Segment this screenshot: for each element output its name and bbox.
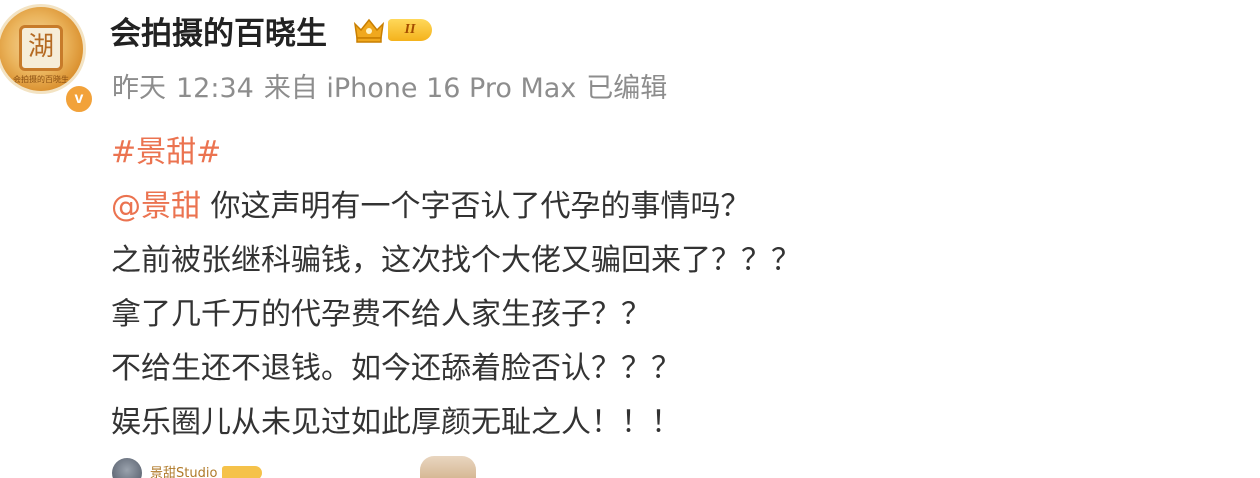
content-line-3: 拿了几千万的代孕费不给人家生孩子？？ — [111, 297, 651, 332]
topic-link[interactable]: #景甜# — [111, 126, 801, 180]
post-time[interactable]: 12:34 — [176, 73, 254, 104]
content-line-1: @景甜 你这声明有一个字否认了代孕的事情吗？ — [111, 180, 801, 234]
post-content: #景甜# @景甜 你这声明有一个字否认了代孕的事情吗？ 之前被张继科骗钱，这次找… — [111, 126, 801, 450]
post-date[interactable]: 昨天 — [112, 73, 166, 104]
level-tag: II — [388, 19, 432, 41]
member-level-badge[interactable]: II — [352, 16, 432, 44]
avatar-caption: 会拍摄的百晓生 — [13, 75, 69, 84]
embedded-image-thumbnail[interactable] — [420, 456, 476, 478]
verified-badge-icon: v — [64, 84, 94, 114]
avatar-seal-glyph: 湖 — [19, 25, 63, 71]
weibo-post: 湖 会拍摄的百晓生 v 会拍摄的百晓生 II 昨天 12:34 来自 iPhone … — [0, 0, 1260, 478]
content-line-1-text: 你这声明有一个字否认了代孕的事情吗？ — [201, 189, 751, 224]
content-line-5: 娱乐圈儿从未见过如此厚颜无耻之人！！！ — [111, 405, 681, 440]
user-name[interactable]: 会拍摄的百晓生 — [110, 8, 327, 53]
embedded-badge-icon — [222, 466, 262, 478]
edited-label[interactable]: 已编辑 — [586, 73, 667, 104]
mention-link[interactable]: @景甜 — [111, 189, 201, 224]
content-line-4: 不给生还不退钱。如今还舔着脸否认？？？ — [111, 351, 681, 386]
content-line-2: 之前被张继科骗钱，这次找个大佬又骗回来了？？？ — [111, 243, 801, 278]
embedded-user-label[interactable]: 景甜Studio — [150, 462, 217, 478]
avatar[interactable]: 湖 会拍摄的百晓生 v — [0, 0, 94, 114]
embedded-avatar-icon[interactable] — [112, 458, 142, 478]
post-source: 来自 iPhone 16 Pro Max — [263, 73, 577, 104]
avatar-image[interactable]: 湖 会拍摄的百晓生 — [0, 4, 86, 94]
crown-icon — [353, 18, 385, 43]
post-meta: 昨天 12:34 来自 iPhone 16 Pro Max 已编辑 — [112, 66, 677, 105]
